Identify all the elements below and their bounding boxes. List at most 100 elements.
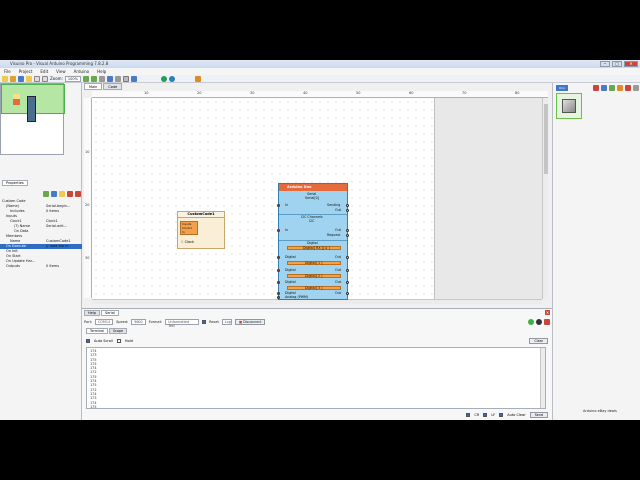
tab-code[interactable]: Code — [103, 83, 123, 90]
menu-help[interactable]: Help — [97, 68, 106, 75]
digital-2-out-pin[interactable] — [346, 281, 349, 284]
request-pin[interactable] — [346, 234, 349, 237]
auto-scroll-checkbox[interactable] — [86, 339, 90, 343]
property-value[interactable]: 0 Items — [46, 209, 80, 214]
sending-pin[interactable] — [346, 204, 349, 207]
scroll-thumb[interactable] — [544, 104, 548, 174]
ebay-deals-status[interactable]: Arduino eBay deals — [583, 409, 617, 413]
close-button[interactable]: ✕ — [624, 61, 638, 67]
menu-arduino[interactable]: Arduino — [74, 68, 89, 75]
analog-pwm-pin[interactable] — [277, 296, 280, 299]
tab-main[interactable]: Main — [84, 83, 103, 90]
digital-3-in-pin[interactable] — [277, 292, 280, 295]
delete-icon[interactable] — [75, 191, 81, 197]
pin-icon[interactable] — [67, 191, 73, 197]
tab-terminal[interactable]: Terminal — [86, 328, 108, 334]
record-icon[interactable] — [536, 319, 542, 325]
lf-checkbox[interactable] — [483, 413, 488, 417]
grid-icon[interactable] — [114, 75, 121, 82]
ruler-tick-label: 50 — [356, 91, 361, 95]
tab-help[interactable]: Help — [84, 310, 100, 316]
components-panel: Uno Arduino eBay deals — [552, 83, 640, 420]
hold-checkbox[interactable] — [116, 339, 121, 343]
menu-edit[interactable]: Edit — [40, 68, 48, 75]
cr-checkbox[interactable] — [466, 413, 471, 417]
compile-icon[interactable] — [160, 75, 167, 82]
upload-icon[interactable] — [168, 75, 175, 82]
components-tab[interactable]: Uno — [556, 85, 568, 91]
ruler-tick-label: 20 — [85, 203, 90, 207]
digital-1-in-pin[interactable] — [277, 269, 280, 272]
stop-icon[interactable] — [544, 319, 550, 325]
close-panel-icon[interactable]: ✕ — [545, 310, 550, 315]
filter-icon[interactable] — [59, 191, 65, 197]
options-icon[interactable] — [633, 85, 639, 91]
remove-icon[interactable] — [593, 85, 599, 91]
zoom-fit-icon[interactable] — [98, 75, 105, 82]
component-card[interactable] — [556, 93, 582, 119]
board-icon[interactable] — [194, 75, 201, 82]
tab-serial[interactable]: Serial — [100, 310, 119, 316]
expand-all-icon[interactable] — [609, 85, 615, 91]
format-select[interactable]: Unformatted Text — [165, 319, 200, 328]
arrange-icon[interactable] — [130, 75, 137, 82]
open-icon[interactable] — [10, 75, 16, 82]
horizontal-ruler: 10 20 30 40 50 60 70 80 — [92, 91, 548, 98]
arduino-uno-component[interactable]: Arduino Uno Serial Serial[0] In Sending … — [277, 183, 349, 300]
i2c-in-pin[interactable] — [277, 229, 280, 232]
select-icon[interactable] — [122, 75, 129, 82]
terminal-output[interactable]: 174 173 175 175 174 172 175 174 175 172 174 173 174 1… — [86, 347, 546, 409]
digital-1-out-pin[interactable] — [346, 269, 349, 272]
properties-tab[interactable]: Properties — [2, 180, 28, 186]
digital-3-out-pin[interactable] — [346, 292, 349, 295]
property-value[interactable]: 0 Items — [46, 264, 80, 269]
menu-file[interactable]: File — [4, 68, 11, 75]
clock-output[interactable]: ⎍ Clock — [181, 240, 194, 244]
zoom-out-icon[interactable] — [90, 75, 97, 82]
property-value[interactable]: // read the in — [46, 244, 80, 249]
tab-scope[interactable]: Scope — [108, 328, 127, 334]
zoom-in-icon[interactable] — [82, 75, 89, 82]
log-field[interactable]: Log — [221, 319, 232, 325]
port-select[interactable]: COM14 — [95, 319, 114, 325]
property-value[interactable]: Serial.writ... — [46, 224, 80, 229]
serial-in-pin[interactable] — [277, 204, 280, 207]
menu-project[interactable]: Project — [19, 68, 33, 75]
undo-icon[interactable] — [34, 75, 40, 82]
menu-view[interactable]: View — [56, 68, 66, 75]
speed-select[interactable]: 9600 — [131, 319, 146, 325]
digital-0-in-pin[interactable] — [277, 256, 280, 259]
i2c-out-pin[interactable] — [346, 229, 349, 232]
clear-button[interactable]: Clear — [529, 338, 548, 344]
redo-icon[interactable] — [42, 75, 48, 82]
align-icon[interactable] — [106, 75, 113, 82]
serial-subtabs: Terminal Scope — [86, 328, 127, 334]
serial-status-icons — [528, 319, 550, 325]
expand-icon[interactable] — [43, 191, 49, 197]
minimap[interactable] — [0, 83, 65, 155]
serial-toolbar: Port: COM14 Speed: 9600 Format: Unformat… — [84, 318, 550, 328]
custom-code-inputs[interactable]: Inputs Clock1 In — [180, 221, 198, 235]
zoom-select[interactable]: 100% — [64, 75, 81, 82]
digital-0-out-pin[interactable] — [346, 256, 349, 259]
collapse-icon[interactable] — [601, 85, 607, 91]
terminal-scrollbar[interactable] — [540, 348, 545, 408]
auto-clear-checkbox[interactable] — [499, 413, 504, 417]
reset-checkbox[interactable] — [202, 320, 207, 324]
digital-2-in-pin[interactable] — [277, 281, 280, 284]
maximize-button[interactable]: □ — [612, 61, 622, 67]
disconnect-button[interactable]: ■ Disconnect — [234, 319, 266, 325]
minimize-button[interactable]: ─ — [600, 61, 610, 67]
disconnect-icon: ■ — [238, 320, 243, 324]
serial-out-pin[interactable] — [346, 209, 349, 212]
folder-icon[interactable] — [26, 75, 32, 82]
custom-code-component[interactable]: CustomCode1 Inputs Clock1 In ⎍ Clock — [177, 211, 225, 249]
canvas-vertical-scrollbar[interactable] — [542, 98, 548, 299]
search-icon[interactable] — [617, 85, 623, 91]
send-button[interactable]: Send — [529, 412, 548, 418]
design-canvas[interactable] — [92, 98, 434, 299]
cancel-icon[interactable] — [625, 85, 631, 91]
sort-icon[interactable] — [51, 191, 57, 197]
new-icon[interactable] — [2, 75, 8, 82]
save-icon[interactable] — [18, 75, 24, 82]
